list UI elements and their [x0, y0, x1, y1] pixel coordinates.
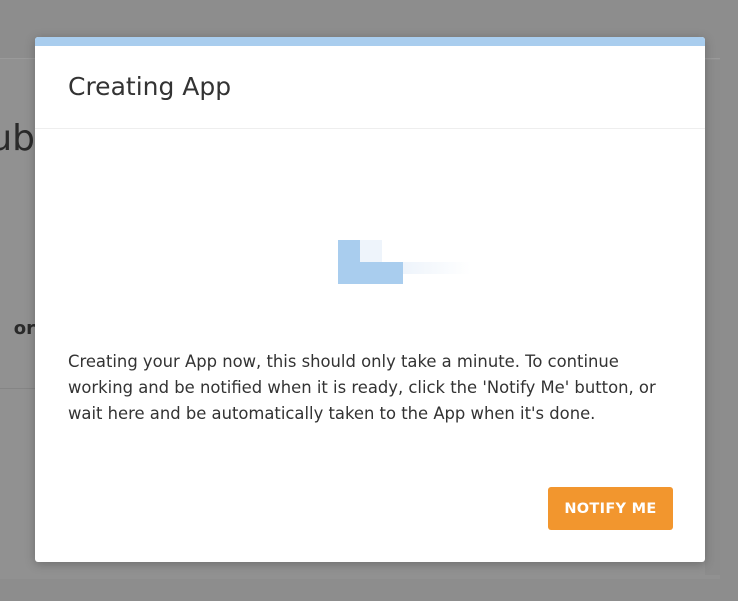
- dialog-accent-bar: [35, 37, 705, 46]
- background-field-label: or: [13, 318, 35, 339]
- background-scroll-edge: [705, 60, 720, 575]
- dialog-header: Creating App: [35, 46, 705, 129]
- dialog-title: Creating App: [68, 72, 232, 101]
- spinner-motion-trail: [403, 262, 471, 274]
- creating-app-dialog: Creating App Creating your App now, this…: [35, 37, 705, 562]
- background-divider: [0, 388, 35, 389]
- spinner-segment-faded: [360, 240, 382, 262]
- dialog-message: Creating your App now, this should only …: [68, 352, 656, 423]
- notify-me-button[interactable]: NOTIFY ME: [548, 487, 673, 530]
- spinner-segment-horizontal: [338, 262, 403, 284]
- background-page-heading: ub: [0, 118, 35, 159]
- spinner-icon: [338, 240, 471, 284]
